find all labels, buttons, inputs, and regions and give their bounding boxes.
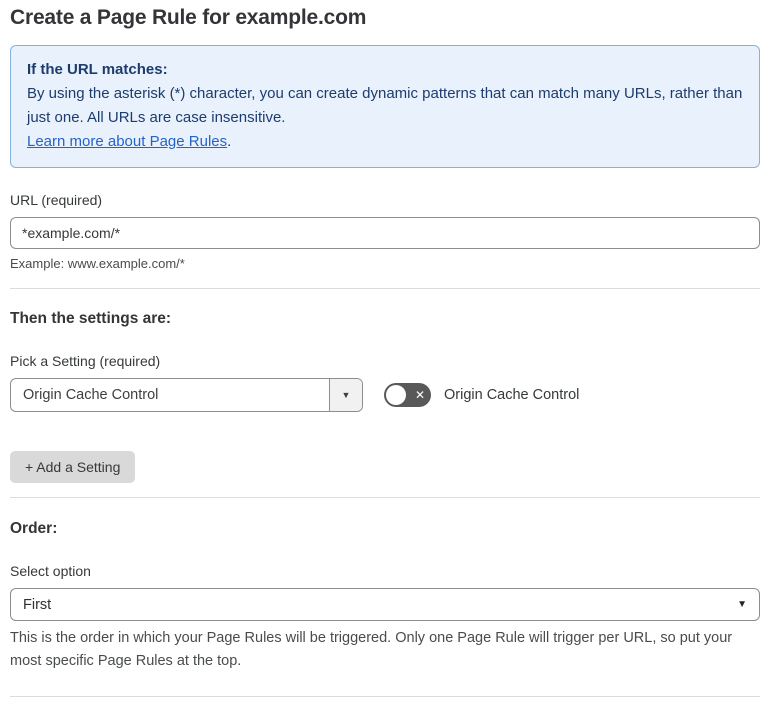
setting-select-arrow-button[interactable]: ▼ [329,379,362,411]
info-box-body: By using the asterisk (*) character, you… [27,85,743,126]
caret-down-icon: ▼ [341,390,351,400]
toggle-label: Origin Cache Control [444,387,580,403]
url-label: URL (required) [10,192,103,208]
divider [10,288,760,289]
toggle-knob [386,385,406,405]
settings-section: Then the settings are: Pick a Setting (r… [10,310,760,483]
url-helper-text: Example: www.example.com/* [10,256,185,271]
learn-more-link[interactable]: Learn more about Page Rules [27,133,227,150]
divider [10,696,760,697]
info-box-heading: If the URL matches: [27,61,168,78]
url-match-info-box: If the URL matches: By using the asteris… [10,45,760,168]
order-select-label: Select option [10,563,91,579]
order-helper-text: This is the order in which your Page Rul… [10,630,733,669]
setting-select-value: Origin Cache Control [23,387,159,403]
page-rule-form: Create a Page Rule for example.com If th… [0,0,770,710]
origin-cache-control-toggle[interactable]: ✕ [384,383,431,407]
pick-setting-label: Pick a Setting (required) [10,353,161,369]
order-section: Order: Select option First ▼ This is the… [10,520,760,673]
info-link-line: Learn more about Page Rules. [27,130,743,154]
order-heading: Order: [10,520,58,537]
caret-down-icon: ▼ [737,599,747,610]
order-select-value: First [23,596,52,613]
settings-heading: Then the settings are: [10,310,172,327]
link-suffix: . [227,133,232,150]
add-setting-button[interactable]: + Add a Setting [10,451,136,483]
url-section: URL (required) Example: www.example.com/… [10,192,760,271]
toggle-off-x-icon: ✕ [414,388,425,402]
divider [10,497,760,498]
setting-row: Origin Cache Control ▼ ✕ Origin Cache Co… [10,378,760,412]
order-select[interactable]: First ▼ [10,588,760,621]
page-title: Create a Page Rule for example.com [10,6,367,29]
url-input[interactable] [10,217,760,249]
setting-select[interactable]: Origin Cache Control ▼ [10,378,363,412]
